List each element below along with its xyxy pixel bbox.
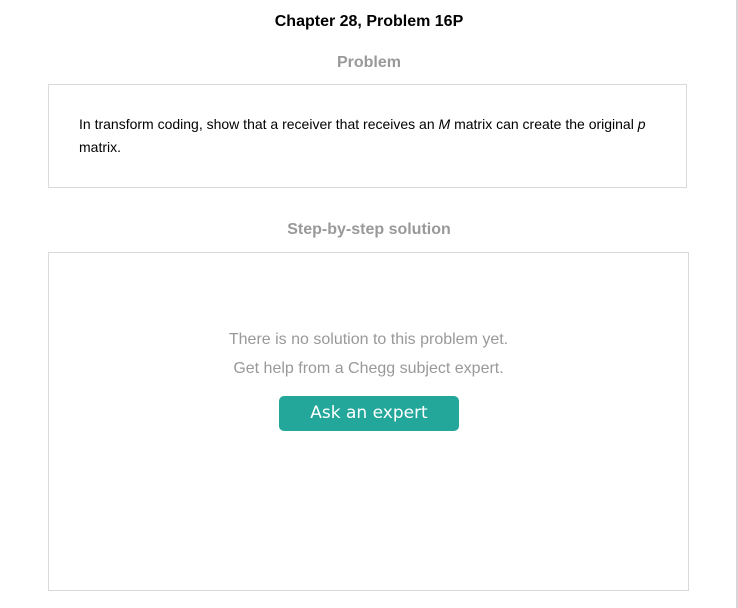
solution-box: There is no solution to this problem yet… [48,252,689,591]
problem-text-part-3: matrix. [79,139,121,155]
variable-p: p [637,116,646,132]
problem-text-part-2: matrix can create the original [450,116,638,132]
no-solution-message: There is no solution to this problem yet… [228,331,509,348]
problem-heading: Problem [336,54,401,71]
variable-m: M [438,116,451,132]
problem-box: In transform coding, show that a receive… [48,84,687,188]
expert-help-message: Get help from a Chegg subject expert. [233,360,504,377]
ask-expert-button[interactable]: Ask an expert [279,396,459,431]
problem-statement: In transform coding, show that a receive… [79,113,669,159]
problem-text-part-1: In transform coding, show that a receive… [79,116,439,132]
chapter-title: Chapter 28, Problem 16P [274,13,464,30]
solution-heading: Step-by-step solution [287,221,451,238]
